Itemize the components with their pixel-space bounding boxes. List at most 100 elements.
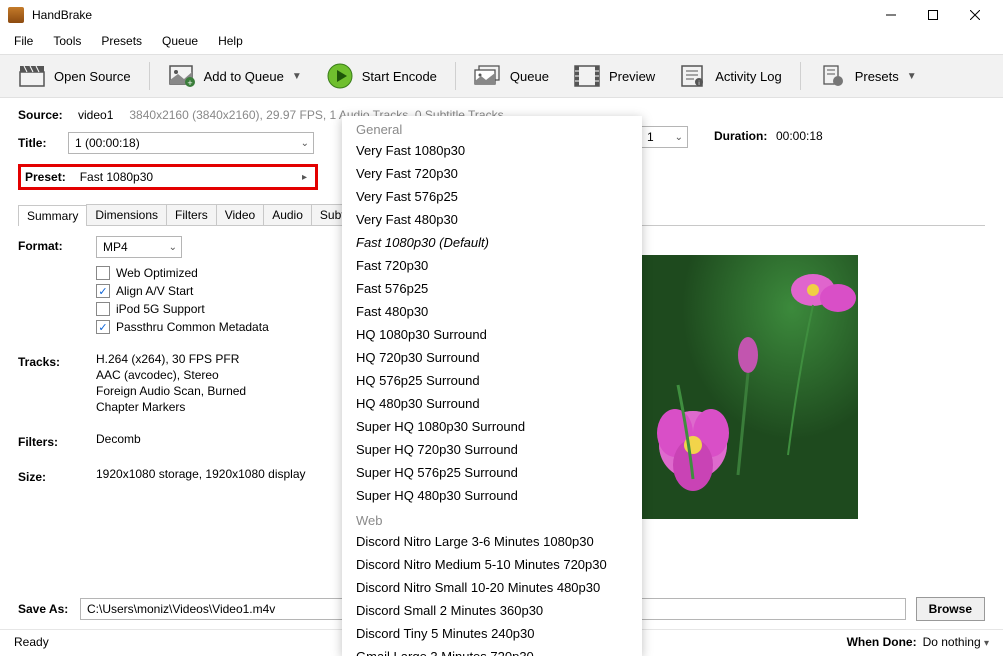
start-encode-label: Start Encode [362, 69, 437, 84]
browse-button[interactable]: Browse [916, 597, 985, 621]
duration-value: 00:00:18 [776, 129, 823, 143]
preset-option[interactable]: Fast 1080p30 (Default) [342, 231, 642, 254]
open-source-label: Open Source [54, 69, 131, 84]
preset-option[interactable]: Super HQ 1080p30 Surround [342, 415, 642, 438]
preset-option[interactable]: HQ 480p30 Surround [342, 392, 642, 415]
tab-summary[interactable]: Summary [18, 205, 87, 226]
menu-tools[interactable]: Tools [45, 32, 89, 50]
play-icon [326, 64, 354, 88]
source-label: Source: [18, 108, 68, 122]
track-line: Foreign Audio Scan, Burned [96, 384, 246, 398]
preset-option[interactable]: HQ 576p25 Surround [342, 369, 642, 392]
preset-option[interactable]: Very Fast 1080p30 [342, 139, 642, 162]
save-as-label: Save As: [18, 602, 70, 616]
filters-label: Filters: [18, 432, 96, 449]
size-label: Size: [18, 467, 96, 484]
source-name: video1 [78, 108, 113, 122]
tracks-label: Tracks: [18, 352, 96, 369]
when-done-label: When Done: [847, 635, 917, 649]
preset-option[interactable]: Fast 576p25 [342, 277, 642, 300]
tab-video[interactable]: Video [216, 204, 264, 225]
track-line: Chapter Markers [96, 400, 246, 414]
title-dropdown[interactable]: 1 (00:00:18) ⌄ [68, 132, 314, 154]
preview-button[interactable]: Preview [563, 60, 665, 92]
chevron-down-icon: ▾ [984, 638, 989, 649]
queue-button[interactable]: Queue [464, 60, 559, 92]
size-value: 1920x1080 storage, 1920x1080 display [96, 467, 306, 481]
web-optimized-label: Web Optimized [116, 266, 198, 280]
preset-option[interactable]: Gmail Large 3 Minutes 720p30 [342, 645, 642, 656]
preset-option[interactable]: Very Fast 480p30 [342, 208, 642, 231]
minimize-button[interactable] [871, 1, 911, 29]
preset-option[interactable]: Super HQ 480p30 Surround [342, 484, 642, 507]
chapter-end-value: 1 [647, 130, 654, 144]
checkbox-icon [96, 266, 110, 280]
open-source-button[interactable]: Open Source [8, 60, 141, 92]
app-icon [8, 7, 24, 23]
duration-label: Duration: [714, 129, 767, 143]
preset-option[interactable]: Discord Small 2 Minutes 360p30 [342, 599, 642, 622]
preset-option[interactable]: Super HQ 576p25 Surround [342, 461, 642, 484]
preset-option[interactable]: Discord Nitro Medium 5-10 Minutes 720p30 [342, 553, 642, 576]
stack-icon [474, 64, 502, 88]
preset-option[interactable]: Discord Tiny 5 Minutes 240p30 [342, 622, 642, 645]
passthru-checkbox[interactable]: ✓ Passthru Common Metadata [96, 320, 269, 334]
preset-option[interactable]: HQ 720p30 Surround [342, 346, 642, 369]
format-value: MP4 [103, 240, 128, 254]
queue-label: Queue [510, 69, 549, 84]
preset-option[interactable]: Very Fast 576p25 [342, 185, 642, 208]
chapter-end-dropdown[interactable]: 1 ⌄ [640, 126, 688, 148]
add-to-queue-label: Add to Queue [204, 69, 284, 84]
ipod-checkbox[interactable]: iPod 5G Support [96, 302, 269, 316]
preset-option[interactable]: Discord Nitro Large 3-6 Minutes 1080p30 [342, 530, 642, 553]
preview-label: Preview [609, 69, 655, 84]
preview-thumbnail [638, 255, 858, 519]
add-to-queue-button[interactable]: + Add to Queue ▼ [158, 60, 312, 92]
chevron-right-icon: ▸ [302, 172, 307, 183]
presets-button[interactable]: Presets ▼ [809, 60, 927, 92]
menu-queue[interactable]: Queue [154, 32, 206, 50]
toolbar-separator [149, 62, 150, 90]
preset-selector[interactable]: Preset: Fast 1080p30 ▸ [18, 164, 318, 190]
when-done-dropdown[interactable]: Do nothing ▾ [923, 635, 989, 649]
tab-dimensions[interactable]: Dimensions [86, 204, 167, 225]
menu-presets[interactable]: Presets [93, 32, 150, 50]
activity-log-label: Activity Log [715, 69, 781, 84]
film-icon [573, 64, 601, 88]
popup-section-title: General [342, 116, 642, 139]
image-plus-icon: + [168, 64, 196, 88]
tab-audio[interactable]: Audio [263, 204, 312, 225]
align-av-label: Align A/V Start [116, 284, 193, 298]
menu-help[interactable]: Help [210, 32, 251, 50]
tab-filters[interactable]: Filters [166, 204, 217, 225]
presets-label: Presets [855, 69, 899, 84]
preset-option[interactable]: Fast 480p30 [342, 300, 642, 323]
preset-option[interactable]: Fast 720p30 [342, 254, 642, 277]
align-av-checkbox[interactable]: ✓ Align A/V Start [96, 284, 269, 298]
web-optimized-checkbox[interactable]: Web Optimized [96, 266, 269, 280]
log-icon: i [679, 64, 707, 88]
preset-option[interactable]: HQ 1080p30 Surround [342, 323, 642, 346]
chevron-down-icon: ⌄ [169, 242, 177, 253]
preset-option[interactable]: Discord Nitro Small 10-20 Minutes 480p30 [342, 576, 642, 599]
format-label: Format: [18, 236, 96, 253]
preset-option[interactable]: Very Fast 720p30 [342, 162, 642, 185]
checkbox-icon: ✓ [96, 284, 110, 298]
maximize-button[interactable] [913, 1, 953, 29]
document-gear-icon [819, 64, 847, 88]
close-button[interactable] [955, 1, 995, 29]
ipod-label: iPod 5G Support [116, 302, 205, 316]
preset-popup: GeneralVery Fast 1080p30Very Fast 720p30… [342, 116, 642, 656]
chevron-down-icon: ⌄ [301, 138, 309, 149]
track-line: H.264 (x264), 30 FPS PFR [96, 352, 246, 366]
popup-section-title: Web [342, 507, 642, 530]
status-text: Ready [14, 635, 49, 649]
activity-log-button[interactable]: i Activity Log [669, 60, 791, 92]
preset-option[interactable]: Super HQ 720p30 Surround [342, 438, 642, 461]
preset-label: Preset: [25, 170, 66, 184]
menu-file[interactable]: File [6, 32, 41, 50]
chevron-down-icon: ▼ [907, 71, 917, 82]
start-encode-button[interactable]: Start Encode [316, 60, 447, 92]
toolbar: Open Source + Add to Queue ▼ Start Encod… [0, 54, 1003, 98]
format-dropdown[interactable]: MP4 ⌄ [96, 236, 182, 258]
